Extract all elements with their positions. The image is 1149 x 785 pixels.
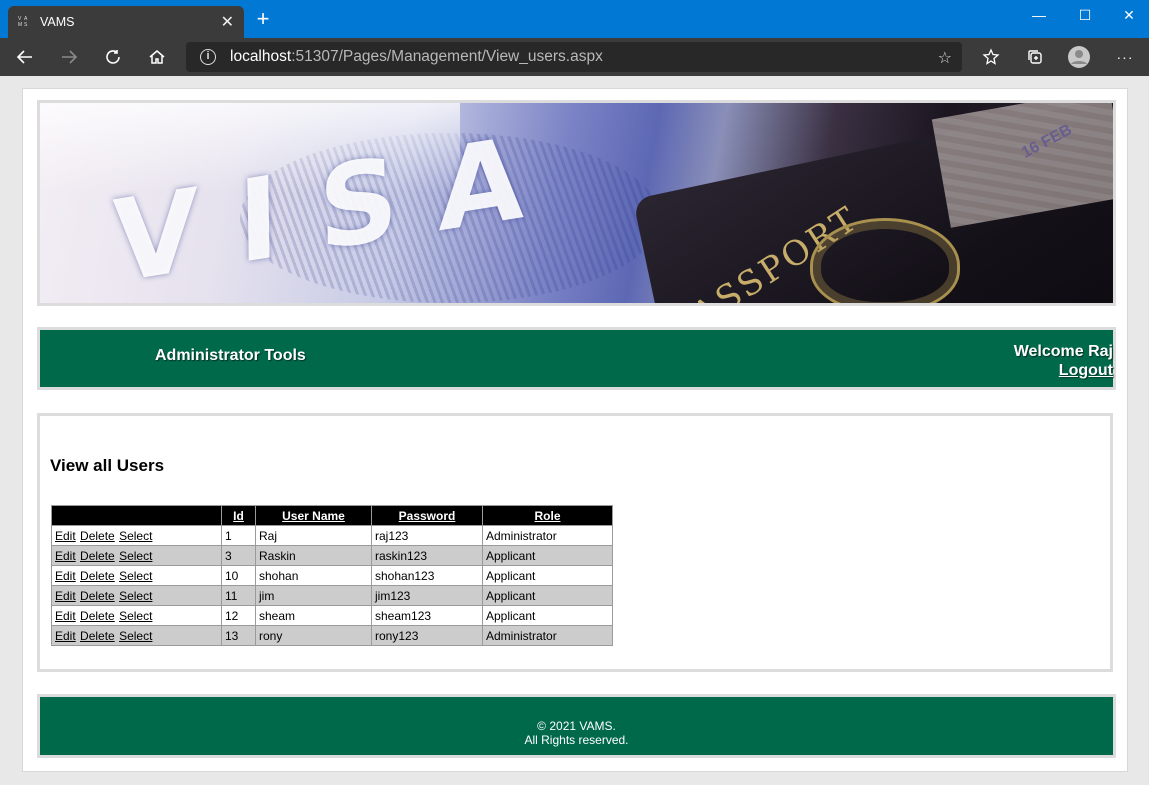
id-column-header[interactable]: Id (221, 505, 256, 526)
edit-link[interactable]: Edit (55, 549, 76, 563)
new-tab-icon[interactable]: + (252, 8, 274, 31)
cell-id: 11 (221, 585, 256, 606)
select-link[interactable]: Select (119, 609, 152, 623)
table-row: Edit Delete Select 3 Raskin raskin123 Ap… (51, 545, 613, 566)
delete-link[interactable]: Delete (80, 629, 115, 643)
back-icon[interactable] (10, 42, 40, 72)
cell-role: Administrator (482, 625, 613, 646)
delete-link[interactable]: Delete (80, 569, 115, 583)
footer-copyright: © 2021 VAMS. (537, 719, 616, 733)
cell-username: jim (255, 585, 372, 606)
cell-password: rony123 (371, 625, 483, 646)
edit-link[interactable]: Edit (55, 609, 76, 623)
site-favicon-icon: VAMS (18, 16, 28, 28)
table-row: Edit Delete Select 1 Raj raj123 Administ… (51, 525, 613, 546)
url-host: localhost (230, 48, 292, 65)
row-actions: Edit Delete Select (51, 525, 222, 546)
cell-username: shohan (255, 565, 372, 586)
browser-titlebar: VAMS VAMS ✕ + — ☐ ✕ (0, 0, 1149, 38)
row-actions: Edit Delete Select (51, 625, 222, 646)
cell-role: Applicant (482, 565, 613, 586)
edit-link[interactable]: Edit (55, 589, 76, 603)
cell-username: rony (255, 625, 372, 646)
add-favorite-icon[interactable]: ☆ (938, 48, 952, 68)
select-link[interactable]: Select (119, 529, 152, 543)
eagle-seal-icon (810, 218, 960, 303)
actions-column-header (51, 505, 222, 526)
role-column-header[interactable]: Role (482, 505, 613, 526)
cell-role: Applicant (482, 545, 613, 566)
edit-link[interactable]: Edit (55, 529, 76, 543)
table-row: Edit Delete Select 11 jim jim123 Applica… (51, 585, 613, 606)
users-table: Id User Name Password Role Edit Delete S… (51, 505, 613, 646)
address-bar[interactable]: i localhost :51307/Pages/Management/View… (186, 42, 962, 72)
profile-avatar-icon[interactable] (1064, 42, 1094, 72)
browser-tab[interactable]: VAMS VAMS ✕ (8, 6, 244, 38)
select-link[interactable]: Select (119, 629, 152, 643)
main-content: View all Users Id User Name Password Rol… (37, 413, 1113, 672)
select-link[interactable]: Select (119, 569, 152, 583)
maximize-icon[interactable]: ☐ (1062, 0, 1108, 30)
table-row: Edit Delete Select 12 sheam sheam123 App… (51, 605, 613, 626)
table-row: Edit Delete Select 10 shohan shohan123 A… (51, 565, 613, 586)
cell-password: jim123 (371, 585, 483, 606)
favorites-icon[interactable] (976, 42, 1006, 72)
more-menu-icon[interactable]: ··· (1110, 42, 1140, 72)
cell-role: Administrator (482, 525, 613, 546)
row-actions: Edit Delete Select (51, 545, 222, 566)
select-link[interactable]: Select (119, 589, 152, 603)
browser-toolbar: i localhost :51307/Pages/Management/View… (0, 38, 1149, 76)
logout-link[interactable]: Logout (1059, 362, 1113, 380)
table-header-row: Id User Name Password Role (51, 505, 613, 526)
delete-link[interactable]: Delete (80, 529, 115, 543)
collections-icon[interactable] (1020, 42, 1050, 72)
table-row: Edit Delete Select 13 rony rony123 Admin… (51, 625, 613, 646)
select-link[interactable]: Select (119, 549, 152, 563)
row-actions: Edit Delete Select (51, 565, 222, 586)
cell-id: 10 (221, 565, 256, 586)
tab-title: VAMS (40, 15, 75, 29)
cell-username: Raskin (255, 545, 372, 566)
footer: © 2021 VAMS. All Rights reserved. (37, 694, 1116, 758)
delete-link[interactable]: Delete (80, 609, 115, 623)
cell-username: sheam (255, 605, 372, 626)
cell-role: Applicant (482, 585, 613, 606)
footer-rights: All Rights reserved. (524, 733, 629, 747)
cell-id: 3 (221, 545, 256, 566)
username-column-header[interactable]: User Name (255, 505, 372, 526)
home-icon[interactable] (142, 42, 172, 72)
password-column-header[interactable]: Password (371, 505, 483, 526)
delete-link[interactable]: Delete (80, 549, 115, 563)
cell-password: shohan123 (371, 565, 483, 586)
forward-icon[interactable] (54, 42, 84, 72)
admin-header-bar: Administrator Tools Welcome Raj Logout (37, 327, 1116, 390)
refresh-icon[interactable] (98, 42, 128, 72)
close-window-icon[interactable]: ✕ (1106, 0, 1149, 30)
cell-password: raskin123 (371, 545, 483, 566)
minimize-icon[interactable]: — (1016, 0, 1062, 30)
url-path: :51307/Pages/Management/View_users.aspx (291, 48, 603, 65)
admin-tools-title: Administrator Tools (155, 347, 306, 364)
cell-username: Raj (255, 525, 372, 546)
cell-id: 1 (221, 525, 256, 546)
cell-password: raj123 (371, 525, 483, 546)
page-container: VISA PASSPORT 16 FEB Administrator Tools… (22, 88, 1128, 772)
cell-role: Applicant (482, 605, 613, 626)
header-banner-image: VISA PASSPORT 16 FEB (37, 100, 1116, 306)
welcome-text: Welcome Raj (1013, 343, 1113, 360)
close-tab-icon[interactable]: ✕ (221, 12, 234, 32)
edit-link[interactable]: Edit (55, 629, 76, 643)
delete-link[interactable]: Delete (80, 589, 115, 603)
site-info-icon[interactable]: i (200, 49, 216, 65)
cell-id: 13 (221, 625, 256, 646)
page-title: View all Users (50, 456, 165, 475)
row-actions: Edit Delete Select (51, 585, 222, 606)
cell-id: 12 (221, 605, 256, 626)
row-actions: Edit Delete Select (51, 605, 222, 626)
edit-link[interactable]: Edit (55, 569, 76, 583)
cell-password: sheam123 (371, 605, 483, 626)
